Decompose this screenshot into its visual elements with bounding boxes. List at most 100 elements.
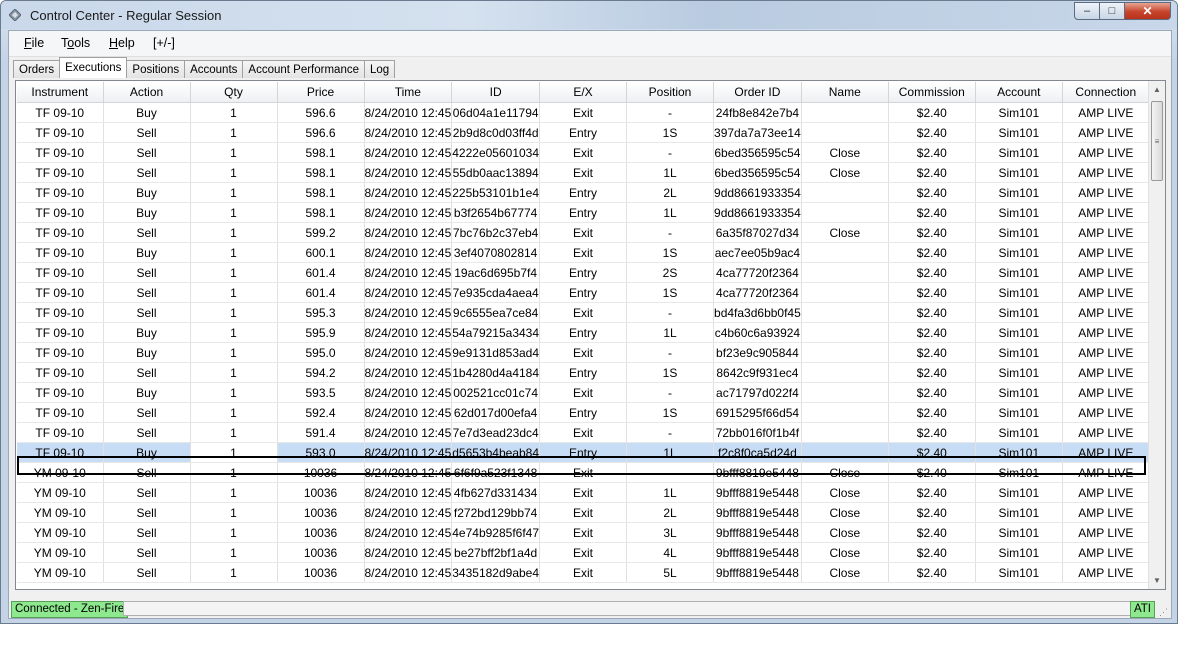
cell-instrument[interactable]: TF 09-10 — [17, 162, 104, 183]
cell-e-x[interactable]: Exit — [539, 102, 628, 123]
cell-price[interactable]: 593.0 — [277, 442, 365, 463]
cell-instrument[interactable]: YM 09-10 — [17, 502, 104, 523]
cell-order-id[interactable]: 8642c9f931ec4 — [713, 362, 802, 383]
cell-qty[interactable]: 1 — [190, 462, 278, 483]
cell-price[interactable]: 595.9 — [277, 322, 365, 343]
cell-action[interactable]: Buy — [103, 442, 191, 463]
cell-time[interactable]: 8/24/2010 12:45 — [364, 102, 453, 123]
cell-account[interactable]: Sim101 — [975, 342, 1063, 363]
cell-position[interactable]: 2L — [626, 502, 715, 523]
cell-commission[interactable]: $2.40 — [888, 542, 976, 563]
cell-action[interactable]: Sell — [103, 142, 191, 163]
cell-account[interactable]: Sim101 — [975, 282, 1063, 303]
cell-price[interactable]: 598.1 — [277, 162, 365, 183]
execution-row[interactable]: YM 09-10 Sell 1 10036 8/24/2010 12:45 f272bd1… — [17, 502, 1150, 523]
cell-commission[interactable]: $2.40 — [888, 262, 976, 283]
cell-id[interactable]: 1b4280d4a4184 — [451, 362, 541, 383]
cell-position[interactable]: - — [626, 102, 715, 123]
cell-connection[interactable]: AMP LIVE — [1062, 522, 1150, 543]
cell-position[interactable]: - — [626, 222, 715, 243]
menu-file[interactable]: File — [24, 36, 44, 50]
tab-accounts[interactable]: Accounts — [184, 60, 244, 78]
cell-id[interactable]: 7bc76b2c37eb4 — [451, 222, 541, 243]
cell-qty[interactable]: 1 — [190, 362, 278, 383]
cell-qty[interactable]: 1 — [190, 422, 278, 443]
cell-qty[interactable]: 1 — [190, 202, 278, 223]
cell-instrument[interactable]: TF 09-10 — [17, 182, 104, 203]
cell-name[interactable] — [801, 422, 889, 443]
cell-commission[interactable]: $2.40 — [888, 422, 976, 443]
column-header-e-x[interactable]: E/X — [539, 82, 628, 103]
cell-order-id[interactable]: 9dd8661933354 — [713, 182, 802, 203]
cell-name[interactable] — [801, 122, 889, 143]
cell-commission[interactable]: $2.40 — [888, 382, 976, 403]
cell-account[interactable]: Sim101 — [975, 482, 1063, 503]
cell-qty[interactable]: 1 — [190, 182, 278, 203]
cell-id[interactable]: 9e9131d853ad4 — [451, 342, 541, 363]
cell-time[interactable]: 8/24/2010 12:45 — [364, 522, 453, 543]
cell-id[interactable]: be27bff2bf1a4d — [451, 542, 541, 563]
cell-instrument[interactable]: TF 09-10 — [17, 102, 104, 123]
cell-qty[interactable]: 1 — [190, 282, 278, 303]
cell-price[interactable]: 598.1 — [277, 202, 365, 223]
cell-id[interactable]: 3ef4070802814 — [451, 242, 541, 263]
cell-id[interactable]: d5653b4beab84 — [451, 442, 541, 463]
cell-id[interactable]: 4fb627d331434 — [451, 482, 541, 503]
cell-e-x[interactable]: Exit — [539, 162, 628, 183]
cell-time[interactable]: 8/24/2010 12:45 — [364, 202, 453, 223]
column-header-action[interactable]: Action — [103, 82, 191, 103]
cell-connection[interactable]: AMP LIVE — [1062, 342, 1150, 363]
cell-e-x[interactable]: Exit — [539, 562, 628, 583]
scroll-down-icon[interactable]: ▼ — [1149, 572, 1165, 589]
title-bar[interactable]: Control Center - Regular Session – □ ✕ — [1, 1, 1177, 29]
cell-position[interactable]: 1S — [626, 362, 715, 383]
resize-grip-icon[interactable]: ⋰ — [1159, 607, 1169, 617]
execution-row[interactable]: YM 09-10 Sell 1 10036 8/24/2010 12:45 4fb627d… — [17, 482, 1150, 503]
cell-order-id[interactable]: 6bed356595c54 — [713, 162, 802, 183]
cell-instrument[interactable]: TF 09-10 — [17, 342, 104, 363]
cell-e-x[interactable]: Exit — [539, 142, 628, 163]
cell-commission[interactable]: $2.40 — [888, 302, 976, 323]
cell-account[interactable]: Sim101 — [975, 362, 1063, 383]
cell-connection[interactable]: AMP LIVE — [1062, 142, 1150, 163]
cell-name[interactable] — [801, 382, 889, 403]
cell-connection[interactable]: AMP LIVE — [1062, 102, 1150, 123]
column-header-position[interactable]: Position — [626, 82, 715, 103]
execution-row[interactable]: TF 09-10 Buy 1 596.6 8/24/2010 12:45 06d04a1e… — [17, 102, 1150, 123]
execution-row[interactable]: TF 09-10 Sell 1 599.2 8/24/2010 12:45 7bc76b2… — [17, 222, 1150, 243]
cell-id[interactable]: f272bd129bb74 — [451, 502, 541, 523]
cell-e-x[interactable]: Entry — [539, 122, 628, 143]
cell-commission[interactable]: $2.40 — [888, 122, 976, 143]
execution-row[interactable]: TF 09-10 Sell 1 595.3 8/24/2010 12:45 9c6555e… — [17, 302, 1150, 323]
cell-id[interactable]: 55db0aac13894 — [451, 162, 541, 183]
cell-price[interactable]: 593.5 — [277, 382, 365, 403]
cell-action[interactable]: Sell — [103, 402, 191, 423]
cell-action[interactable]: Sell — [103, 282, 191, 303]
cell-position[interactable]: - — [626, 382, 715, 403]
cell-position[interactable]: 1L — [626, 202, 715, 223]
cell-connection[interactable]: AMP LIVE — [1062, 502, 1150, 523]
cell-account[interactable]: Sim101 — [975, 102, 1063, 123]
cell-connection[interactable]: AMP LIVE — [1062, 462, 1150, 483]
cell-commission[interactable]: $2.40 — [888, 462, 976, 483]
cell-commission[interactable]: $2.40 — [888, 142, 976, 163]
cell-position[interactable]: - — [626, 462, 715, 483]
cell-order-id[interactable]: 6a35f87027d34 — [713, 222, 802, 243]
cell-price[interactable]: 598.1 — [277, 142, 365, 163]
cell-connection[interactable]: AMP LIVE — [1062, 122, 1150, 143]
cell-commission[interactable]: $2.40 — [888, 502, 976, 523]
cell-commission[interactable]: $2.40 — [888, 482, 976, 503]
cell-commission[interactable]: $2.40 — [888, 162, 976, 183]
cell-connection[interactable]: AMP LIVE — [1062, 362, 1150, 383]
execution-row[interactable]: TF 09-10 Sell 1 591.4 8/24/2010 12:45 7e7d3ea… — [17, 422, 1150, 443]
cell-qty[interactable]: 1 — [190, 142, 278, 163]
execution-row[interactable]: TF 09-10 Buy 1 600.1 8/24/2010 12:45 3ef40708… — [17, 242, 1150, 263]
cell-time[interactable]: 8/24/2010 12:45 — [364, 422, 453, 443]
cell-instrument[interactable]: TF 09-10 — [17, 202, 104, 223]
cell-price[interactable]: 10036 — [277, 502, 365, 523]
cell-id[interactable]: 002521cc01c74 — [451, 382, 541, 403]
cell-account[interactable]: Sim101 — [975, 522, 1063, 543]
cell-qty[interactable]: 1 — [190, 162, 278, 183]
cell-name[interactable] — [801, 242, 889, 263]
cell-connection[interactable]: AMP LIVE — [1062, 302, 1150, 323]
